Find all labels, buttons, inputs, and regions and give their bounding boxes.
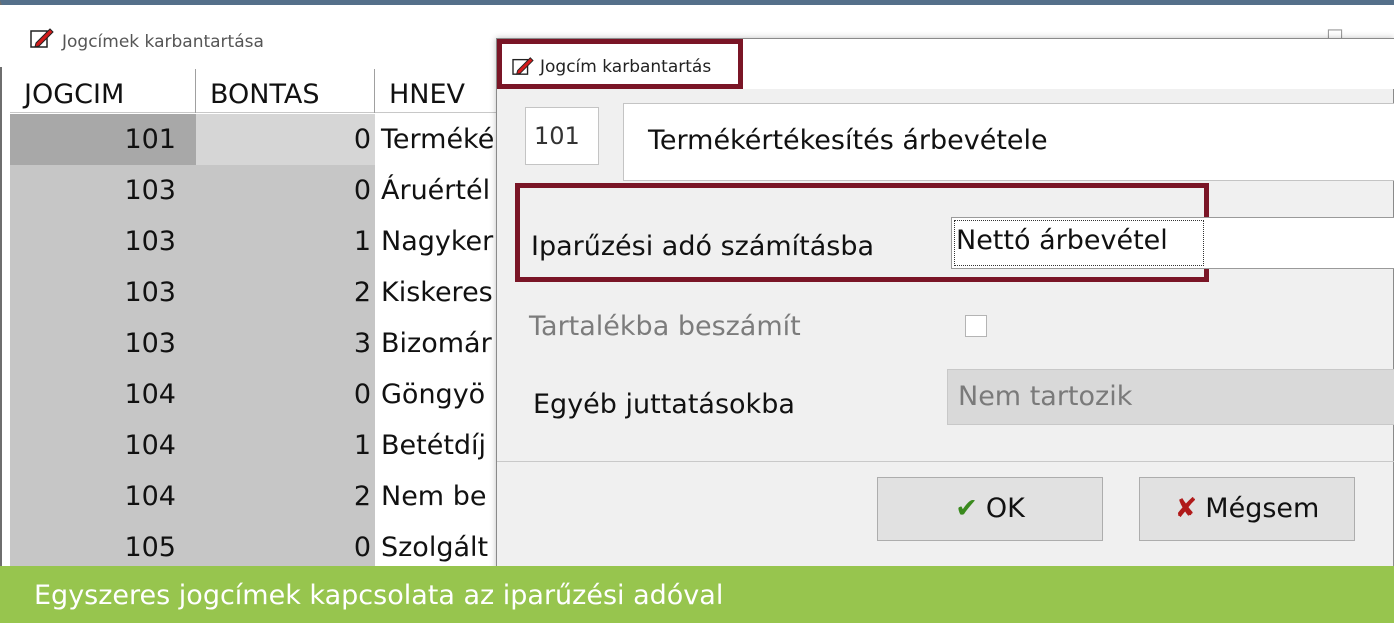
cell-bontas: 3 — [196, 318, 375, 369]
cell-jogcim: 104 — [10, 369, 196, 420]
egyeb-select[interactable]: Nem tartozik — [947, 369, 1394, 425]
iparuzesi-select[interactable]: Nettó árbevétel — [951, 217, 1394, 269]
cell-jogcim: 103 — [10, 318, 196, 369]
jogcim-dialog: Jogcím karbantartás 101 Termékértékesíté… — [496, 38, 1394, 570]
column-header-bontas[interactable]: BONTAS — [196, 69, 375, 113]
jogcim-code-field: 101 — [525, 107, 599, 165]
cell-jogcim: 101 — [10, 114, 196, 165]
ok-button[interactable]: ✔ OK — [877, 477, 1103, 541]
cell-bontas: 2 — [196, 471, 375, 522]
cancel-button[interactable]: ✘ Mégsem — [1139, 477, 1355, 541]
iparuzesi-label: Iparűzési adó számításba — [531, 231, 875, 262]
cell-jogcim: 103 — [10, 165, 196, 216]
column-header-jogcim[interactable]: JOGCIM — [10, 69, 196, 113]
checkmark-icon: ✔ — [955, 493, 978, 524]
cell-jogcim: 104 — [10, 471, 196, 522]
cell-bontas: 0 — [196, 165, 375, 216]
cell-bontas: 1 — [196, 216, 375, 267]
dialog-titlebar[interactable]: Jogcím karbantartás — [497, 39, 1394, 89]
app-edit-icon — [512, 57, 534, 75]
cell-bontas: 1 — [196, 420, 375, 471]
caption-banner: Egyszeres jogcímek kapcsolata az iparűzé… — [0, 566, 1394, 623]
app-edit-icon — [30, 28, 54, 48]
background-window-title: Jogcímek karbantartása — [62, 32, 264, 52]
cell-jogcim: 103 — [10, 267, 196, 318]
jogcim-name-field: Termékértékesítés árbevétele — [623, 103, 1394, 181]
egyeb-label: Egyéb juttatásokba — [533, 389, 795, 420]
cell-bontas: 0 — [196, 369, 375, 420]
dialog-title-highlight: Jogcím karbantartás — [497, 39, 743, 89]
tartalek-label: Tartalékba beszámít — [529, 311, 801, 342]
caption-text: Egyszeres jogcímek kapcsolata az iparűzé… — [34, 580, 724, 611]
tartalek-checkbox[interactable] — [965, 315, 987, 337]
close-icon: ✘ — [1174, 493, 1198, 524]
cell-jogcim: 104 — [10, 420, 196, 471]
focus-outline — [954, 220, 1204, 266]
dialog-separator — [497, 461, 1394, 462]
cell-bontas: 2 — [196, 267, 375, 318]
cell-bontas: 0 — [196, 114, 375, 165]
dialog-title: Jogcím karbantartás — [540, 57, 712, 77]
cancel-button-label: Mégsem — [1205, 493, 1320, 524]
ok-button-label: OK — [985, 493, 1025, 524]
cell-jogcim: 103 — [10, 216, 196, 267]
